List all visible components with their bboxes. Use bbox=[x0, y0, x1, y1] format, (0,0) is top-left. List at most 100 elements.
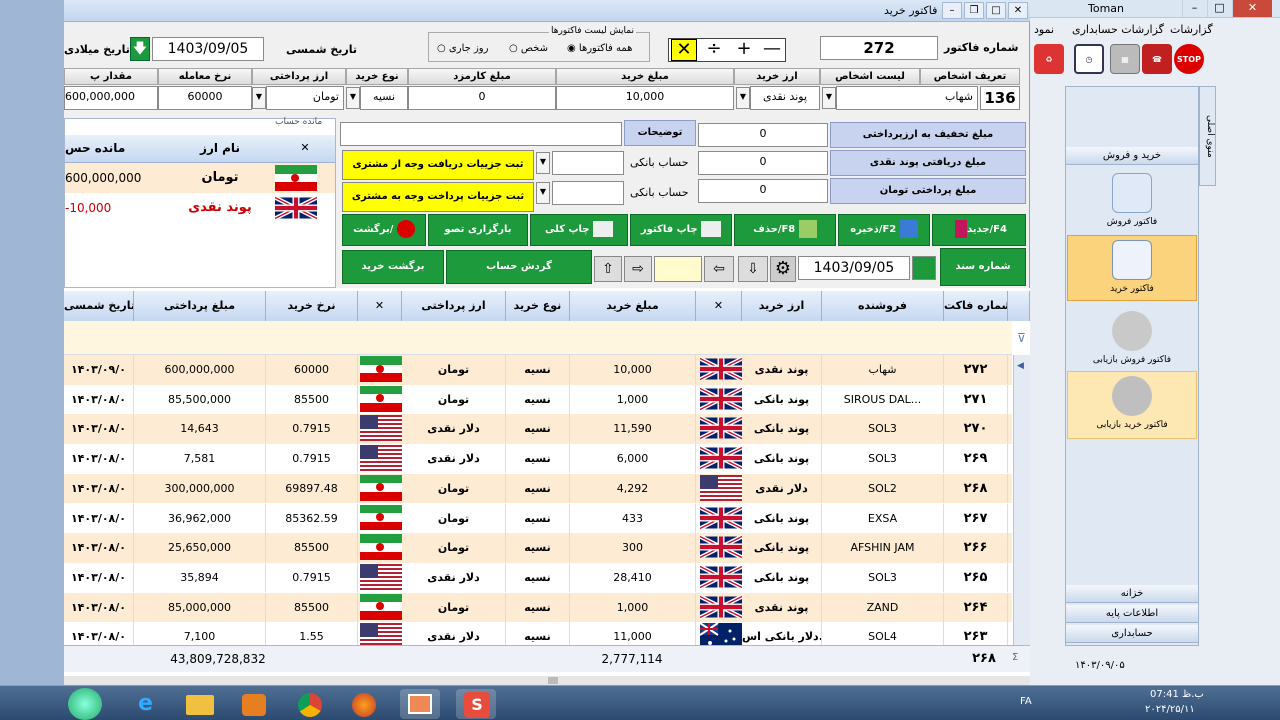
col-rate[interactable]: نرخ خرید bbox=[266, 291, 358, 321]
menu-item-accounting-reports[interactable]: گزارشات حسابداری bbox=[1072, 23, 1164, 36]
new-button[interactable]: جدید/F4 bbox=[932, 214, 1026, 246]
table-row[interactable]: ۲۶۸ SOL2 دلار نقدی 4,292 نسیه تومان 69897.48 30… bbox=[64, 473, 1012, 504]
media-player-icon[interactable] bbox=[234, 689, 274, 719]
calculator-icon[interactable]: ▦ bbox=[1110, 44, 1140, 74]
load-image-button[interactable]: بارگزاری تصو bbox=[428, 214, 528, 246]
nav-position-field[interactable] bbox=[654, 256, 702, 282]
col-buy-amount[interactable]: مبلغ خرید bbox=[570, 291, 696, 321]
menu-item-purchase-invoice[interactable]: فاکتور خرید bbox=[1067, 235, 1197, 301]
buy-type-field[interactable]: نسیه bbox=[360, 86, 408, 110]
invoice-number-field[interactable]: 272 bbox=[820, 36, 938, 60]
menu-group-accounting[interactable]: حسابداری bbox=[1066, 625, 1198, 643]
clock-time[interactable]: 07:41 ب.ظ bbox=[1150, 689, 1204, 700]
main-menu-tab[interactable]: منوی اصلی bbox=[1199, 86, 1216, 186]
table-row[interactable]: ۲۶۴ ZAND پوند نقدی 1,000 نسیه تومان 85500 85,00… bbox=[64, 592, 1012, 623]
shamsi-date-field[interactable]: 1403/09/05 bbox=[152, 37, 264, 61]
rate-field[interactable]: 60000 bbox=[158, 86, 252, 110]
col-buy-flag[interactable]: ✕ bbox=[696, 291, 742, 321]
grid-filter-row[interactable] bbox=[64, 321, 1012, 355]
buy-currency-dropdown-icon[interactable]: ▼ bbox=[736, 87, 750, 109]
menu-item-purchase-recovery[interactable]: فاکتور خرید بازیابی bbox=[1067, 371, 1197, 439]
close-icon[interactable]: ✕ bbox=[1008, 2, 1028, 19]
file-explorer-icon[interactable] bbox=[180, 689, 220, 719]
balance-row[interactable]: 600,000,000 تومان bbox=[65, 163, 335, 193]
start-button-icon[interactable] bbox=[68, 688, 102, 720]
multiply-button[interactable]: ✕ bbox=[671, 39, 697, 61]
paid-field[interactable]: 0 bbox=[698, 179, 828, 203]
col-invoice-number[interactable]: شماره فاکت bbox=[944, 291, 1008, 321]
settings-gear-icon[interactable]: ⚙ bbox=[770, 256, 796, 282]
fee-field[interactable]: 0 bbox=[408, 86, 556, 110]
chrome-icon[interactable] bbox=[290, 689, 330, 719]
account-turnover-button[interactable]: گردش حساب bbox=[446, 250, 592, 284]
menu-item-reports[interactable]: گزارشات bbox=[1170, 23, 1213, 36]
bank-account-field-2[interactable] bbox=[552, 181, 624, 205]
stop-icon[interactable]: STOP bbox=[1174, 44, 1204, 74]
save-button[interactable]: ذخیره/F2 bbox=[838, 214, 930, 246]
maximize-icon[interactable]: □ bbox=[1207, 0, 1231, 17]
internet-explorer-icon[interactable]: e bbox=[128, 689, 168, 719]
nav-right-arrow-icon[interactable]: ⇨ bbox=[624, 256, 652, 282]
table-row[interactable]: ۲۶۶ AFSHIN JAM پوند بانکی 300 نسیه تومان 85500… bbox=[64, 533, 1012, 563]
nav-left-arrow-icon[interactable]: ⇦ bbox=[704, 256, 734, 282]
recycle-icon[interactable]: ♻ bbox=[1034, 44, 1064, 74]
delete-button[interactable]: حذف/F8 bbox=[734, 214, 836, 246]
nav-up-arrow-icon[interactable]: ⇧ bbox=[594, 256, 622, 282]
col-shamsi-date[interactable]: تاریخ شمسی bbox=[64, 291, 134, 321]
col-pay-currency[interactable]: ارز پرداختی bbox=[402, 291, 506, 321]
buy-currency-field[interactable]: پوند نقدی bbox=[750, 86, 820, 110]
divide-button[interactable]: ÷ bbox=[701, 39, 727, 61]
col-buy-currency[interactable]: ارز خرید bbox=[742, 291, 822, 321]
table-row[interactable]: ۲۶۷ EXSA پوند بانکی 433 نسیه تومان 85362.59 36,… bbox=[64, 503, 1012, 534]
bank-account-field-1[interactable] bbox=[552, 151, 624, 175]
nav-down-arrow-icon[interactable]: ⇩ bbox=[738, 256, 768, 282]
app-window-icon[interactable] bbox=[400, 689, 440, 719]
pay-currency-field[interactable]: تومان bbox=[266, 86, 344, 110]
menu-group-base-info[interactable]: اطلاعات پایه bbox=[1066, 605, 1198, 623]
maximize-icon[interactable]: □ bbox=[986, 2, 1006, 19]
pay-amount-field[interactable]: 600,000,000 bbox=[64, 86, 158, 110]
minimize-icon[interactable]: – bbox=[1182, 0, 1206, 17]
restore-icon[interactable]: ❐ bbox=[964, 2, 984, 19]
buy-type-dropdown-icon[interactable]: ▼ bbox=[346, 87, 360, 109]
filter-icon[interactable]: ⊽ bbox=[1013, 321, 1030, 355]
table-row[interactable]: ۲۷۱ SIROUS DAL... پوند بانکی 1,000 نسیه تومان… bbox=[64, 384, 1012, 415]
bank-account-dropdown-icon[interactable]: ▼ bbox=[536, 152, 550, 174]
horizontal-scrollbar[interactable] bbox=[64, 676, 1030, 685]
menu-item-chart[interactable]: نمود bbox=[1034, 23, 1054, 36]
radio-today[interactable]: ○ روز جاری bbox=[437, 43, 488, 54]
col-paid-amount[interactable]: مبلغ پرداختی bbox=[134, 291, 266, 321]
close-icon[interactable]: ✕ bbox=[1232, 0, 1272, 17]
person-code-field[interactable]: 136 bbox=[980, 86, 1020, 110]
document-number-field[interactable] bbox=[912, 256, 936, 280]
received-field[interactable]: 0 bbox=[698, 151, 828, 175]
table-row[interactable]: ۲۷۲ شهاب پوند نقدی 10,000 نسیه تومان 60000 600,… bbox=[64, 355, 1012, 385]
minus-button[interactable]: — bbox=[759, 39, 785, 61]
receive-detail-button[interactable]: ثبت جزییات دریافت وجه از مشتری bbox=[342, 150, 534, 180]
col-seller[interactable]: فروشنده bbox=[822, 291, 944, 321]
menu-group-buy-sell[interactable]: خرید و فروش bbox=[1066, 147, 1198, 165]
firefox-icon[interactable] bbox=[344, 689, 384, 719]
print-all-button[interactable]: چاپ کلی bbox=[530, 214, 628, 246]
scrollbar-thumb[interactable] bbox=[548, 677, 558, 684]
pay-currency-dropdown-icon[interactable]: ▼ bbox=[252, 87, 266, 109]
col-pay-flag[interactable]: ✕ bbox=[358, 291, 402, 321]
person-dropdown-icon[interactable]: ▼ bbox=[822, 87, 836, 109]
table-row[interactable]: ۲۷۰ SOL3 پوند بانکی 11,590 نسیه دلار نقدی 0.79… bbox=[64, 414, 1012, 445]
phone-icon[interactable]: ☎ bbox=[1142, 44, 1172, 74]
date-down-arrow-icon[interactable]: 🡇 bbox=[130, 37, 150, 61]
pay-detail-button[interactable]: ثبت جزییات پرداخت وجه به مشتری bbox=[342, 182, 534, 212]
menu-item-sales-invoice[interactable]: فاکتور فروش bbox=[1067, 167, 1197, 245]
balance-row[interactable]: -10,000 پوند نقدی bbox=[65, 193, 335, 223]
table-row[interactable]: ۲۶۹ SOL3 پوند بانکی 6,000 نسیه دلار نقدی 0.791… bbox=[64, 444, 1012, 474]
print-invoice-button[interactable]: چاپ فاکتور bbox=[630, 214, 732, 246]
buy-amount-field[interactable]: 10,000 bbox=[556, 86, 734, 110]
minimize-icon[interactable]: – bbox=[942, 2, 962, 19]
document-date-field[interactable]: 1403/09/05 bbox=[798, 256, 910, 280]
radio-person[interactable]: ○ شخص bbox=[509, 43, 548, 54]
radio-all-invoices[interactable]: ◉ همه فاکتورها bbox=[567, 43, 632, 54]
clock-icon[interactable]: ◷ bbox=[1074, 44, 1104, 74]
language-indicator[interactable]: FA bbox=[1020, 696, 1032, 707]
plus-button[interactable]: + bbox=[731, 39, 757, 61]
description-field[interactable] bbox=[340, 122, 622, 146]
